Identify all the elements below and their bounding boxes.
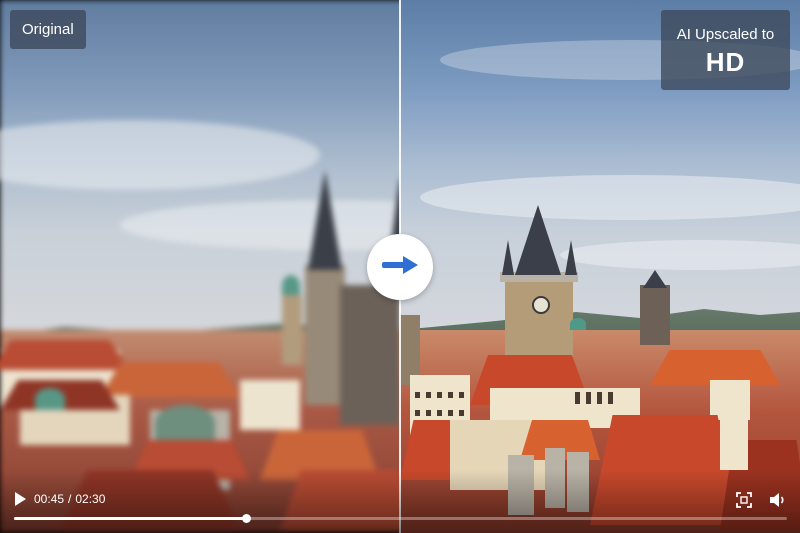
duration: 02:30	[75, 492, 106, 506]
play-icon	[12, 492, 28, 511]
time-separator: /	[68, 492, 72, 506]
volume-icon	[769, 493, 787, 512]
upscaled-label: AI Upscaled to HD	[661, 10, 790, 90]
image-compare-player: Original AI Upscaled to HD 00:45 / 02:30	[0, 0, 800, 533]
original-label-text: Original	[22, 21, 74, 38]
volume-button[interactable]	[769, 492, 787, 508]
controls-bar	[0, 470, 800, 533]
play-button[interactable]	[12, 491, 28, 507]
time-display: 00:45 / 02:30	[34, 492, 105, 506]
city-scene-original	[0, 0, 400, 533]
progress-bar[interactable]	[14, 514, 787, 523]
progress-thumb[interactable]	[241, 514, 251, 523]
original-label: Original	[10, 10, 86, 49]
fullscreen-button[interactable]	[736, 492, 752, 508]
upscaled-label-line2: HD	[705, 47, 746, 77]
fullscreen-icon	[736, 492, 752, 512]
compare-slider-handle[interactable]	[367, 234, 433, 300]
original-image-pane	[0, 0, 400, 533]
arrow-right-icon	[381, 255, 419, 280]
current-time: 00:45	[34, 492, 65, 506]
upscaled-label-line1: AI Upscaled to	[676, 26, 775, 43]
progress-fill	[14, 517, 246, 520]
